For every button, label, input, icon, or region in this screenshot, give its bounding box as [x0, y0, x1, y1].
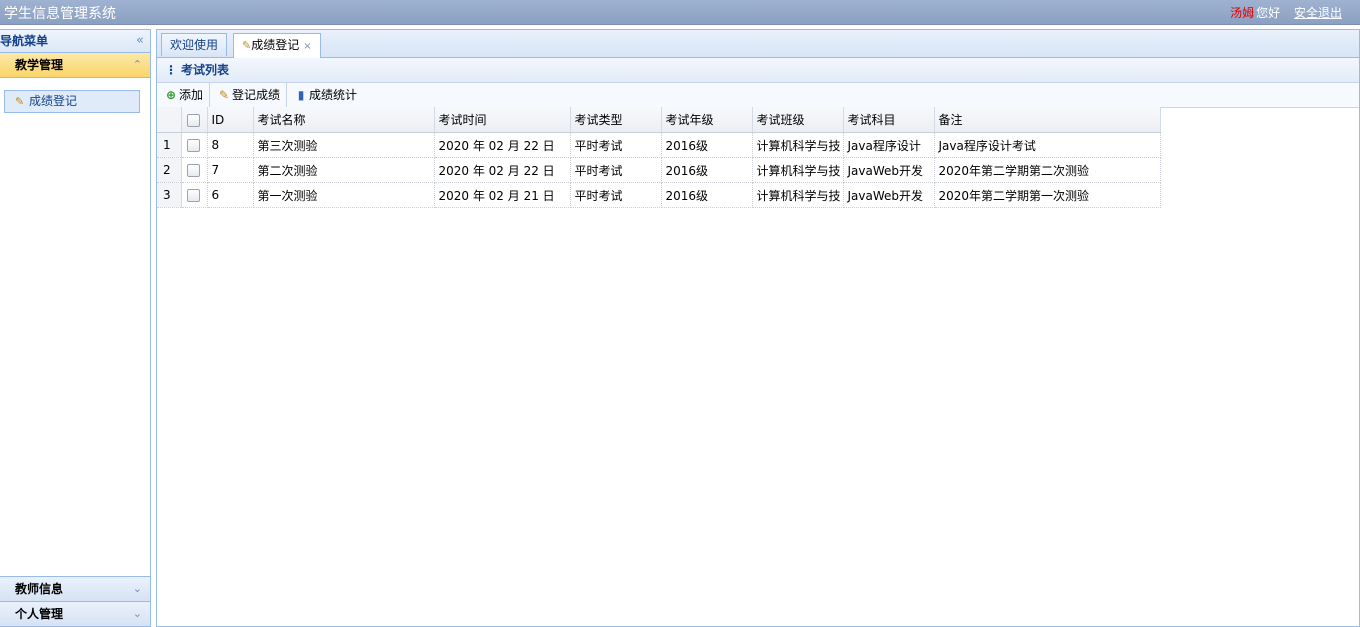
nav-panel: 导航菜单 « 教学管理 ⌃ ✎ 成绩登记 教师信息 ⌄ 个人管理 ⌄ [0, 29, 151, 627]
cell-grade: 2016级 [661, 157, 753, 183]
cell-type: 平时考试 [570, 157, 662, 183]
collapse-nav-icon[interactable]: « [136, 30, 144, 52]
edit-icon: ✎ [218, 88, 230, 102]
select-all-checkbox[interactable] [181, 107, 208, 133]
cell-type: 平时考试 [570, 132, 662, 158]
vertical-dots-icon: ⋮ [165, 63, 177, 77]
add-button[interactable]: ⊕ 添加 [163, 83, 211, 107]
section-teaching[interactable]: 教学管理 ⌃ [0, 53, 150, 78]
main-panel: 欢迎使用 ✎成绩登记 × ⋮ 考试列表 ⊕ 添加 ✎ 登记成绩 ▮ 成绩统计 ID 考试名称 [156, 29, 1360, 627]
top-header: 学生信息管理系统 汤姆 您好 安全退出 [0, 0, 1360, 25]
panel-title-bar: ⋮ 考试列表 [157, 58, 1359, 83]
greeting-text: 您好 [1256, 6, 1281, 20]
col-header-type[interactable]: 考试类型 [570, 107, 662, 133]
register-score-button[interactable]: ✎ 登记成绩 [216, 83, 288, 107]
cell-type: 平时考试 [570, 182, 662, 208]
col-header-grade[interactable]: 考试年级 [661, 107, 753, 133]
col-header-name[interactable]: 考试名称 [253, 107, 435, 133]
cell-id: 6 [207, 182, 254, 208]
cell-grade: 2016级 [661, 182, 753, 208]
app-title: 学生信息管理系统 [4, 6, 116, 22]
panel-title: 考试列表 [181, 63, 230, 77]
collapsed-sections: 教师信息 ⌄ 个人管理 ⌄ [0, 576, 150, 626]
menu-item-label: 成绩登记 [29, 94, 78, 108]
user-area: 汤姆 您好 安全退出 [1230, 4, 1342, 21]
grid-header-row: ID 考试名称 考试时间 考试类型 考试年级 考试班级 考试科目 备注 [157, 107, 1161, 133]
cell-time: 2020 年 02 月 21 日 [434, 182, 571, 208]
user-name: 汤姆 [1230, 6, 1255, 20]
chevron-down-icon[interactable]: ⌄ [133, 602, 142, 626]
toolbar: ⊕ 添加 ✎ 登记成绩 ▮ 成绩统计 [157, 83, 1359, 108]
menu-item-score-register[interactable]: ✎ 成绩登记 [4, 90, 140, 113]
row-checkbox[interactable] [181, 182, 208, 208]
plus-icon: ⊕ [165, 88, 177, 102]
tab-label: 欢迎使用 [170, 38, 219, 52]
register-label: 登记成绩 [232, 88, 281, 102]
cell-class: 计算机科学与技 [752, 157, 844, 183]
col-header-id[interactable]: ID [207, 107, 254, 133]
logout-link[interactable]: 安全退出 [1294, 6, 1342, 20]
col-header-class[interactable]: 考试班级 [752, 107, 844, 133]
tab-welcome[interactable]: 欢迎使用 [161, 33, 228, 56]
stats-label: 成绩统计 [309, 88, 358, 102]
section-label: 教学管理 [15, 58, 64, 72]
cell-class: 计算机科学与技 [752, 132, 844, 158]
score-stats-button[interactable]: ▮ 成绩统计 [293, 83, 363, 107]
bar-chart-icon: ▮ [297, 88, 305, 102]
edit-icon: ✎ [15, 95, 25, 108]
col-header-time[interactable]: 考试时间 [434, 107, 571, 133]
table-row[interactable]: 3 6 第一次测验 2020 年 02 月 21 日 平时考试 2016级 计算… [157, 182, 1161, 208]
section-label: 教师信息 [15, 582, 64, 596]
cell-id: 7 [207, 157, 254, 183]
col-header-subject[interactable]: 考试科目 [843, 107, 935, 133]
row-checkbox[interactable] [181, 157, 208, 183]
tab-label: 成绩登记 [251, 38, 300, 52]
cell-class: 计算机科学与技 [752, 182, 844, 208]
tab-bar: 欢迎使用 ✎成绩登记 × [157, 30, 1359, 58]
section-label: 个人管理 [15, 607, 64, 621]
col-header-remark[interactable]: 备注 [934, 107, 1161, 133]
cell-time: 2020 年 02 月 22 日 [434, 157, 571, 183]
close-icon[interactable]: × [303, 41, 311, 52]
cell-name: 第二次测验 [253, 157, 435, 183]
cell-subject: Java程序设计 [843, 132, 935, 158]
cell-remark: 2020年第二学期第一次测验 [934, 182, 1161, 208]
cell-subject: JavaWeb开发 [843, 182, 935, 208]
row-number: 2 [157, 157, 182, 183]
cell-time: 2020 年 02 月 22 日 [434, 132, 571, 158]
exam-grid: ID 考试名称 考试时间 考试类型 考试年级 考试班级 考试科目 备注 1 8 … [157, 107, 1161, 208]
cell-name: 第三次测验 [253, 132, 435, 158]
nav-title: 导航菜单 [0, 34, 49, 48]
cell-id: 8 [207, 132, 254, 158]
cell-grade: 2016级 [661, 132, 753, 158]
chevron-down-icon[interactable]: ⌄ [133, 577, 142, 601]
table-row[interactable]: 1 8 第三次测验 2020 年 02 月 22 日 平时考试 2016级 计算… [157, 132, 1161, 158]
row-number: 3 [157, 182, 182, 208]
row-checkbox[interactable] [181, 132, 208, 158]
add-label: 添加 [179, 88, 204, 102]
cell-remark: Java程序设计考试 [934, 132, 1161, 158]
cell-name: 第一次测验 [253, 182, 435, 208]
section-personal[interactable]: 个人管理 ⌄ [0, 601, 150, 626]
row-number: 1 [157, 132, 182, 158]
tab-score-register[interactable]: ✎成绩登记 × [233, 33, 321, 58]
edit-icon: ✎ [242, 39, 252, 52]
cell-subject: JavaWeb开发 [843, 157, 935, 183]
rownum-header [157, 107, 182, 133]
table-row[interactable]: 2 7 第二次测验 2020 年 02 月 22 日 平时考试 2016级 计算… [157, 157, 1161, 183]
section-teacher-info[interactable]: 教师信息 ⌄ [0, 576, 150, 601]
chevron-up-icon[interactable]: ⌃ [133, 53, 142, 77]
cell-remark: 2020年第二学期第二次测验 [934, 157, 1161, 183]
nav-header: 导航菜单 « [0, 30, 150, 53]
